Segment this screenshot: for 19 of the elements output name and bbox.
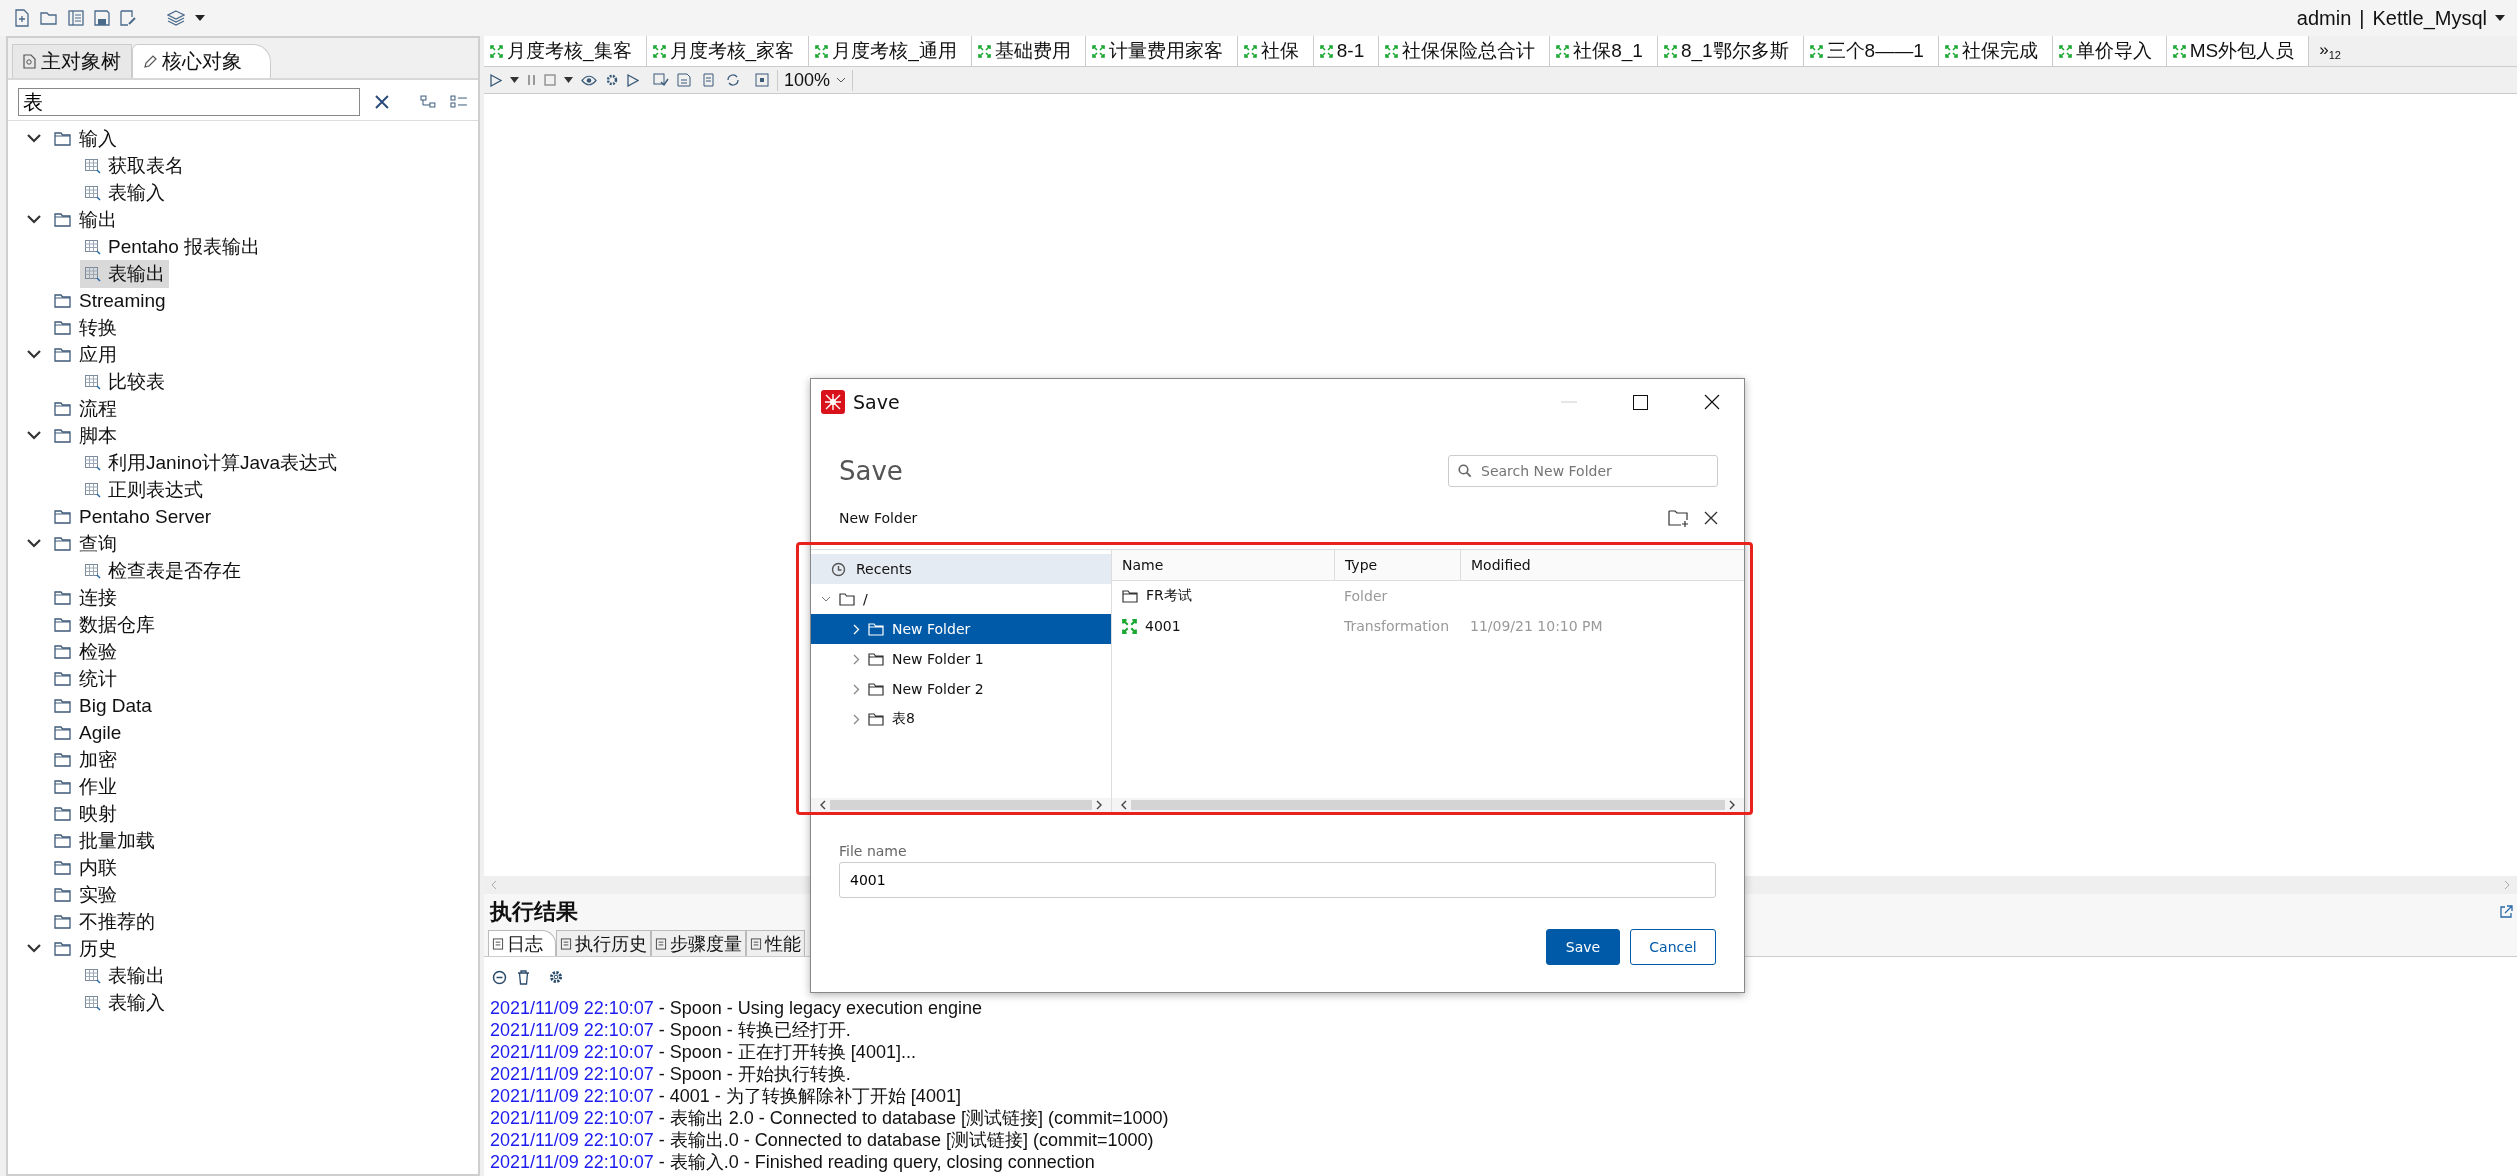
log-line: 2021/11/09 22:10:07 - 表输出 2.0 - Connected to database [测试链接] (commit=1000) <box>490 1107 1170 1129</box>
user-name: admin <box>2296 6 2352 30</box>
repository-name: Kettle_Mysql <box>2372 6 2487 30</box>
file-type-cell-text: Folder <box>1343 587 1389 606</box>
log-line: 2021/11/09 22:10:07 - Spoon - 开始执行转换. <box>490 1063 852 1085</box>
file-type-cell-text: Transformation <box>1343 617 1451 636</box>
log-line: 2021/11/09 22:10:07 - Spoon - 转换已经打开. <box>490 1019 852 1041</box>
panel-title: 执行结果 <box>490 898 578 926</box>
log-line: 2021/11/09 22:10:07 - Spoon - 正在打开转换 [4001]... <box>490 1041 917 1063</box>
log-line: 2021/11/09 22:10:07 - Spoon - Using legacy execution engine <box>490 997 984 1019</box>
separator: | <box>2359 6 2365 30</box>
modified-cell-text: 11/09/21 10:10 PM <box>1469 617 1604 636</box>
dialog-heading: Save <box>839 456 903 486</box>
log-line: 2021/11/09 22:10:07 - 表输入.0 - Finished reading query, closing connection <box>490 1151 1096 1173</box>
current-folder: New Folder <box>839 510 918 526</box>
log-line: 2021/11/09 22:10:07 - 4001 - 为了转换解除补丁开始 [4001] <box>490 1085 962 1107</box>
log-line: 2021/11/09 22:10:07 - 表输出.0 - Connected to database [测试链接] (commit=1000) <box>490 1129 1155 1151</box>
window-title: Save <box>853 391 900 413</box>
field-label: File name <box>839 843 908 859</box>
